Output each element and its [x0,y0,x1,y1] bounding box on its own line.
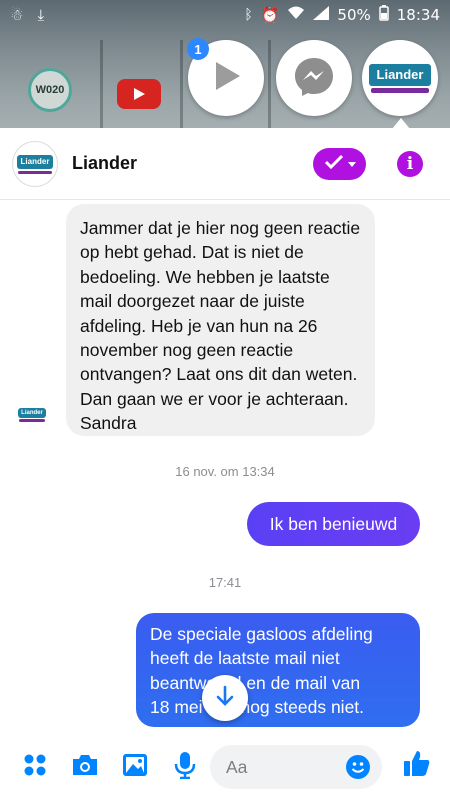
apps-icon [23,753,47,782]
wifi-icon [287,6,305,24]
chat-panel: Liander Liander i Jammer dat je hier nog… [0,128,450,800]
chat-header: Liander Liander i [0,128,450,200]
download-icon: ⤓ [37,6,45,24]
voice-button[interactable] [170,751,200,784]
message-line: beantwoord en de mail van [150,672,361,693]
thumbs-up-icon [403,749,431,782]
background-tree [268,40,271,140]
microphone-icon [174,751,196,784]
mark-done-button[interactable] [313,148,366,180]
play-icon [208,58,244,99]
info-icon: i [406,154,414,174]
check-icon [324,154,344,175]
incoming-message[interactable]: Jammer dat je hier nog geen reactie op h… [66,204,375,436]
sender-avatar[interactable]: Liander [18,408,46,422]
arrow-down-icon [215,685,235,712]
apps-button[interactable] [20,752,50,782]
outgoing-message[interactable]: Ik ben benieuwd [247,502,420,546]
chat-head-pointer [392,118,410,129]
w020-app-icon[interactable]: W020 [28,68,72,112]
battery-icon [379,5,389,25]
message-line: 18 mei ook nog steeds niet. [150,697,365,718]
w020-label: W020 [35,84,65,96]
clock: 18:34 [396,6,440,24]
message-composer: Aa [0,734,450,800]
scroll-to-bottom-button[interactable] [202,675,248,721]
liander-logo: Liander [18,408,46,422]
messenger-icon [292,54,336,103]
info-button[interactable]: i [397,151,423,177]
like-button[interactable] [402,750,432,780]
chat-head-messenger[interactable] [276,40,352,116]
message-input[interactable]: Aa [210,745,382,789]
camera-icon [71,753,99,782]
signal-icon [313,6,330,24]
liander-logo: Liander [17,154,53,174]
gallery-icon [122,753,148,782]
gallery-button[interactable] [120,752,150,782]
emoji-icon[interactable] [346,755,370,779]
liander-logo: Liander [369,63,431,93]
background-tree [100,40,103,140]
message-line: De speciale gasloos afdeling [150,624,373,644]
message-line: heeft de laatste mail niet [150,648,340,669]
youtube-app-icon[interactable] [117,79,161,109]
contact-avatar[interactable]: Liander [12,141,58,187]
outgoing-message[interactable]: De speciale gasloos afdeling heeft de la… [136,613,420,727]
chat-head-liander[interactable]: Liander [362,40,438,116]
background-tree [180,40,183,140]
contact-name[interactable]: Liander [72,153,137,174]
timestamp: 17:41 [208,575,242,590]
chevron-down-icon [347,155,356,173]
alarm-icon: ⏰ [260,6,280,24]
message-input-placeholder: Aa [226,757,248,777]
bluetooth-icon: ᛒ [244,7,253,23]
camera-button[interactable] [70,752,100,782]
timestamp: 16 nov. om 13:34 [175,464,275,479]
unread-badge: 1 [187,38,209,60]
battery-percent: 50% [337,6,371,24]
status-bar: ☃ ⤓ ᛒ ⏰ 50% 18:34 [0,0,450,30]
notification-icon: ☃ [10,6,24,24]
